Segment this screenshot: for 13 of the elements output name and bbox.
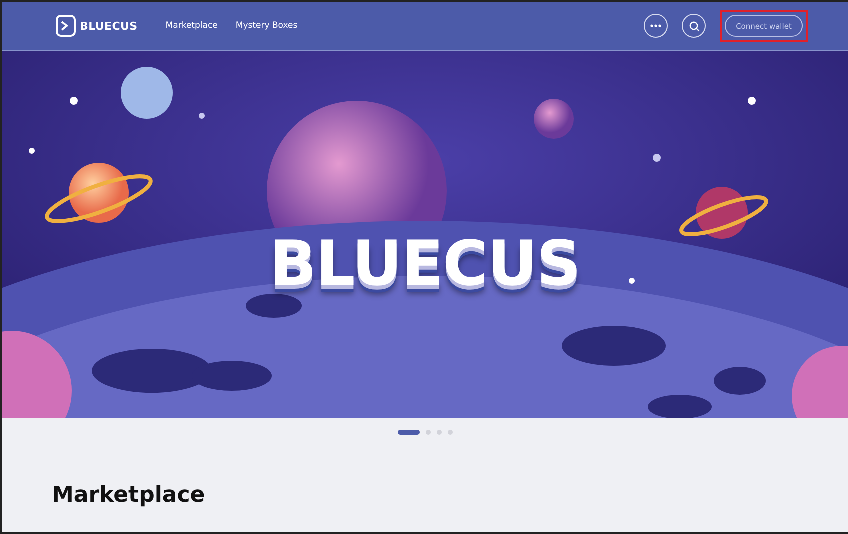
search-button[interactable] <box>682 14 706 38</box>
carousel-dot[interactable] <box>436 430 442 435</box>
carousel-dot[interactable] <box>448 430 452 435</box>
nav-link[interactable]: Mystery Boxes <box>236 21 298 31</box>
search-icon <box>688 20 700 32</box>
logo-icon <box>56 15 76 37</box>
section-heading: Marketplace <box>52 483 206 508</box>
more-button[interactable] <box>644 14 668 38</box>
more-icon <box>650 24 662 28</box>
carousel-dot[interactable] <box>426 430 430 435</box>
banner-title: BLUECUS <box>268 227 582 300</box>
nav-link[interactable]: Marketplace <box>166 21 218 31</box>
logo-text: BLUECUS <box>80 20 138 32</box>
